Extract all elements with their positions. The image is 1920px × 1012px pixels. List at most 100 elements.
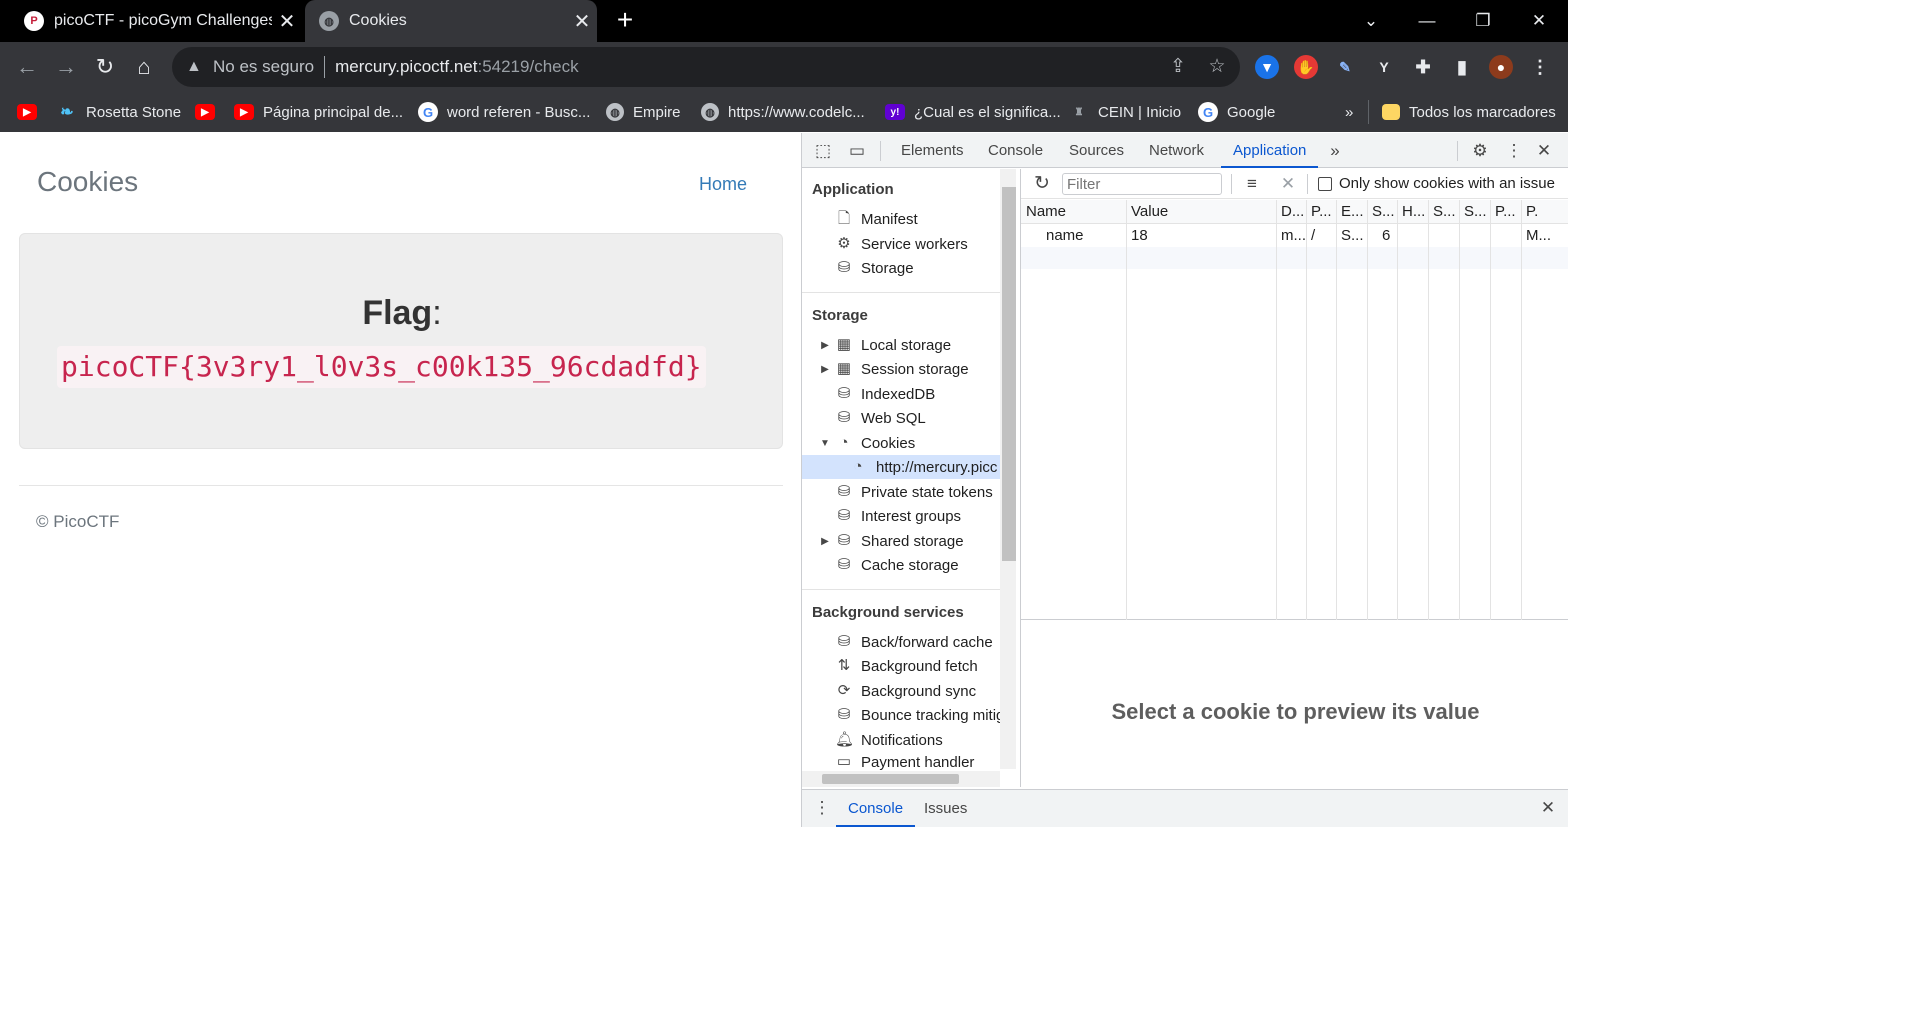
sidebar-item-session-storage[interactable]: ▶ ▦ Session storage xyxy=(802,357,1002,381)
sidebar-horizontal-scrollbar-thumb[interactable] xyxy=(822,774,959,784)
column-header-partition-key[interactable]: P... xyxy=(1490,200,1521,224)
security-status[interactable]: No es seguro xyxy=(213,57,314,77)
column-header-size[interactable]: S... xyxy=(1367,200,1397,224)
home-link[interactable]: Home xyxy=(699,174,747,195)
bookmarks-overflow-button[interactable]: » xyxy=(1345,100,1353,124)
cell-size[interactable]: 6 xyxy=(1367,225,1397,247)
sidebar-item-shared-storage[interactable]: ▶ ⛁ Shared storage xyxy=(802,529,1002,553)
sidebar-item-back-forward-cache[interactable]: ⛁ Back/forward cache xyxy=(802,630,1002,654)
bookmark-youtube[interactable]: ▶ xyxy=(17,100,46,124)
profile-avatar[interactable]: ● xyxy=(1489,55,1513,79)
tab-sources[interactable]: Sources xyxy=(1069,133,1124,168)
drawer-close-icon[interactable]: ✕ xyxy=(1537,797,1559,819)
new-tab-button[interactable]: + xyxy=(610,6,640,36)
cell-priority[interactable]: M... xyxy=(1521,225,1568,247)
sidebar-item-payment-handler[interactable]: ▭ Payment handler xyxy=(802,752,1002,772)
extension-vpn-icon[interactable]: ▼ xyxy=(1255,55,1279,79)
bookmark-youtube-home[interactable]: ▶ Página principal de... xyxy=(234,100,403,124)
column-header-value[interactable]: Value xyxy=(1126,200,1276,224)
only-issues-checkbox[interactable] xyxy=(1318,177,1332,191)
tab-search-icon[interactable]: ⌄ xyxy=(1343,0,1399,42)
tab-application[interactable]: Application xyxy=(1221,133,1319,168)
sidebar-item-background-fetch[interactable]: ⇅ Background fetch xyxy=(802,654,1002,678)
bookmark-word-referen[interactable]: G word referen - Busc... xyxy=(418,100,590,124)
device-toolbar-icon[interactable]: ▭ xyxy=(846,140,868,162)
sidebar-scrollbar-thumb[interactable] xyxy=(1002,187,1016,561)
bookmark-cein[interactable]: ♜ CEIN | Inicio xyxy=(1069,100,1182,124)
sidebar-item-manifest[interactable]: 🗋 Manifest xyxy=(802,207,1002,231)
tab-cookies[interactable]: ◍ Cookies ✕ xyxy=(305,0,597,42)
sidebar-item-cookies[interactable]: ▼ ◔ Cookies xyxy=(802,431,1002,455)
close-icon[interactable]: ✕ xyxy=(567,9,597,34)
column-header-expires[interactable]: E... xyxy=(1336,200,1367,224)
column-header-name[interactable]: Name xyxy=(1021,200,1126,224)
restore-icon[interactable]: ❐ xyxy=(1455,0,1511,42)
reload-icon[interactable]: ↻ xyxy=(90,52,120,82)
sidebar-item-local-storage[interactable]: ▶ ▦ Local storage xyxy=(802,333,1002,357)
column-header-path[interactable]: P... xyxy=(1306,200,1336,224)
bookmark-rosetta-stone[interactable]: ❧ Rosetta Stone xyxy=(57,100,181,124)
bookmark-star-icon[interactable]: ☆ xyxy=(1205,55,1229,79)
extensions-puzzle-icon[interactable]: ✚ xyxy=(1411,55,1435,79)
cell-expires[interactable]: S... xyxy=(1336,225,1367,247)
all-bookmarks-folder[interactable]: Todos los marcadores xyxy=(1382,100,1556,124)
cookie-filter-input[interactable] xyxy=(1062,173,1222,195)
extension-y-icon[interactable]: Y xyxy=(1372,55,1396,79)
back-icon[interactable]: ← xyxy=(12,52,42,82)
tab-console[interactable]: Console xyxy=(988,133,1043,168)
eyedropper-icon[interactable]: ✎ xyxy=(1333,55,1357,79)
sidebar-item-cookie-origin[interactable]: ◔ http://mercury.picc xyxy=(802,455,1000,479)
delete-selected-icon[interactable]: ✕ xyxy=(1277,173,1299,195)
cell-domain[interactable]: m... xyxy=(1276,225,1306,247)
column-header-httponly[interactable]: H... xyxy=(1397,200,1428,224)
warning-icon[interactable]: ▲ xyxy=(186,58,204,76)
extension-adblock-icon[interactable]: ✋ xyxy=(1294,55,1318,79)
sidebar-item-service-workers[interactable]: ⚙ Service workers xyxy=(802,232,1002,256)
bookmark-yahoo[interactable]: y! ¿Cual es el significa... xyxy=(885,100,1061,124)
sidebar-item-bounce-tracking[interactable]: ⛁ Bounce tracking mitig xyxy=(802,703,1002,727)
share-icon[interactable]: ⇪ xyxy=(1166,55,1190,79)
sidebar-item-background-sync[interactable]: ⟳ Background sync xyxy=(802,679,1002,703)
cell-value[interactable]: 18 xyxy=(1126,225,1276,247)
devtools-close-icon[interactable]: ✕ xyxy=(1533,140,1555,162)
refresh-icon[interactable]: ↻ xyxy=(1031,173,1053,195)
drawer-tab-issues[interactable]: Issues xyxy=(924,790,967,827)
inspect-element-icon[interactable]: ⬚ xyxy=(812,140,834,162)
bookmark-youtube-2[interactable]: ▶ xyxy=(195,100,224,124)
tab-picogym[interactable]: P picoCTF - picoGym Challenges ✕ xyxy=(0,0,302,42)
drawer-tab-console[interactable]: Console xyxy=(836,790,916,827)
tab-elements[interactable]: Elements xyxy=(901,133,964,168)
more-tabs-icon[interactable]: » xyxy=(1324,140,1346,162)
sidebar-item-indexeddb[interactable]: ⛁ IndexedDB xyxy=(802,382,1002,406)
cell-name[interactable]: name xyxy=(1021,225,1126,247)
sidebar-item-interest-groups[interactable]: ⛁ Interest groups xyxy=(802,504,1002,528)
home-icon[interactable]: ⌂ xyxy=(129,52,159,82)
tab-network[interactable]: Network xyxy=(1149,133,1204,168)
address-bar[interactable]: ▲ No es seguro mercury.picoctf.net :5421… xyxy=(172,47,1240,87)
cell-path[interactable]: / xyxy=(1306,225,1336,247)
drawer-menu-icon[interactable]: ⋮ xyxy=(811,797,833,819)
minimize-icon[interactable]: — xyxy=(1399,0,1455,42)
menu-kebab-icon[interactable]: ⋮ xyxy=(1528,55,1552,79)
settings-gear-icon[interactable]: ⚙ xyxy=(1469,140,1491,162)
expand-arrow-icon[interactable]: ▶ xyxy=(820,364,830,375)
devtools-menu-icon[interactable]: ⋮ xyxy=(1503,140,1525,162)
expand-arrow-icon[interactable]: ▶ xyxy=(820,536,830,547)
sidebar-item-storage-overview[interactable]: ⛁ Storage xyxy=(802,256,1002,280)
sidebar-item-web-sql[interactable]: ⛁ Web SQL xyxy=(802,406,1002,430)
sidebar-item-cache-storage[interactable]: ⛁ Cache storage xyxy=(802,553,1002,577)
sidebar-item-notifications[interactable]: 🔔︎ Notifications xyxy=(802,728,1002,752)
bookmark-codelc[interactable]: ◍ https://www.codelc... xyxy=(701,100,865,124)
column-header-secure[interactable]: S... xyxy=(1428,200,1459,224)
bookmark-google[interactable]: G Google xyxy=(1198,100,1275,124)
sidebar-item-private-state-tokens[interactable]: ⛁ Private state tokens xyxy=(802,480,1002,504)
expand-arrow-icon[interactable]: ▶ xyxy=(820,340,830,351)
forward-icon[interactable]: → xyxy=(51,52,81,82)
column-header-domain[interactable]: D... xyxy=(1276,200,1306,224)
column-header-samesite[interactable]: S... xyxy=(1459,200,1490,224)
window-close-icon[interactable]: ✕ xyxy=(1511,0,1567,42)
clear-all-icon[interactable]: ≡ xyxy=(1241,173,1263,195)
collapse-arrow-icon[interactable]: ▼ xyxy=(820,438,830,449)
close-icon[interactable]: ✕ xyxy=(272,9,302,34)
bookmark-empire[interactable]: ◍ Empire xyxy=(606,100,681,124)
